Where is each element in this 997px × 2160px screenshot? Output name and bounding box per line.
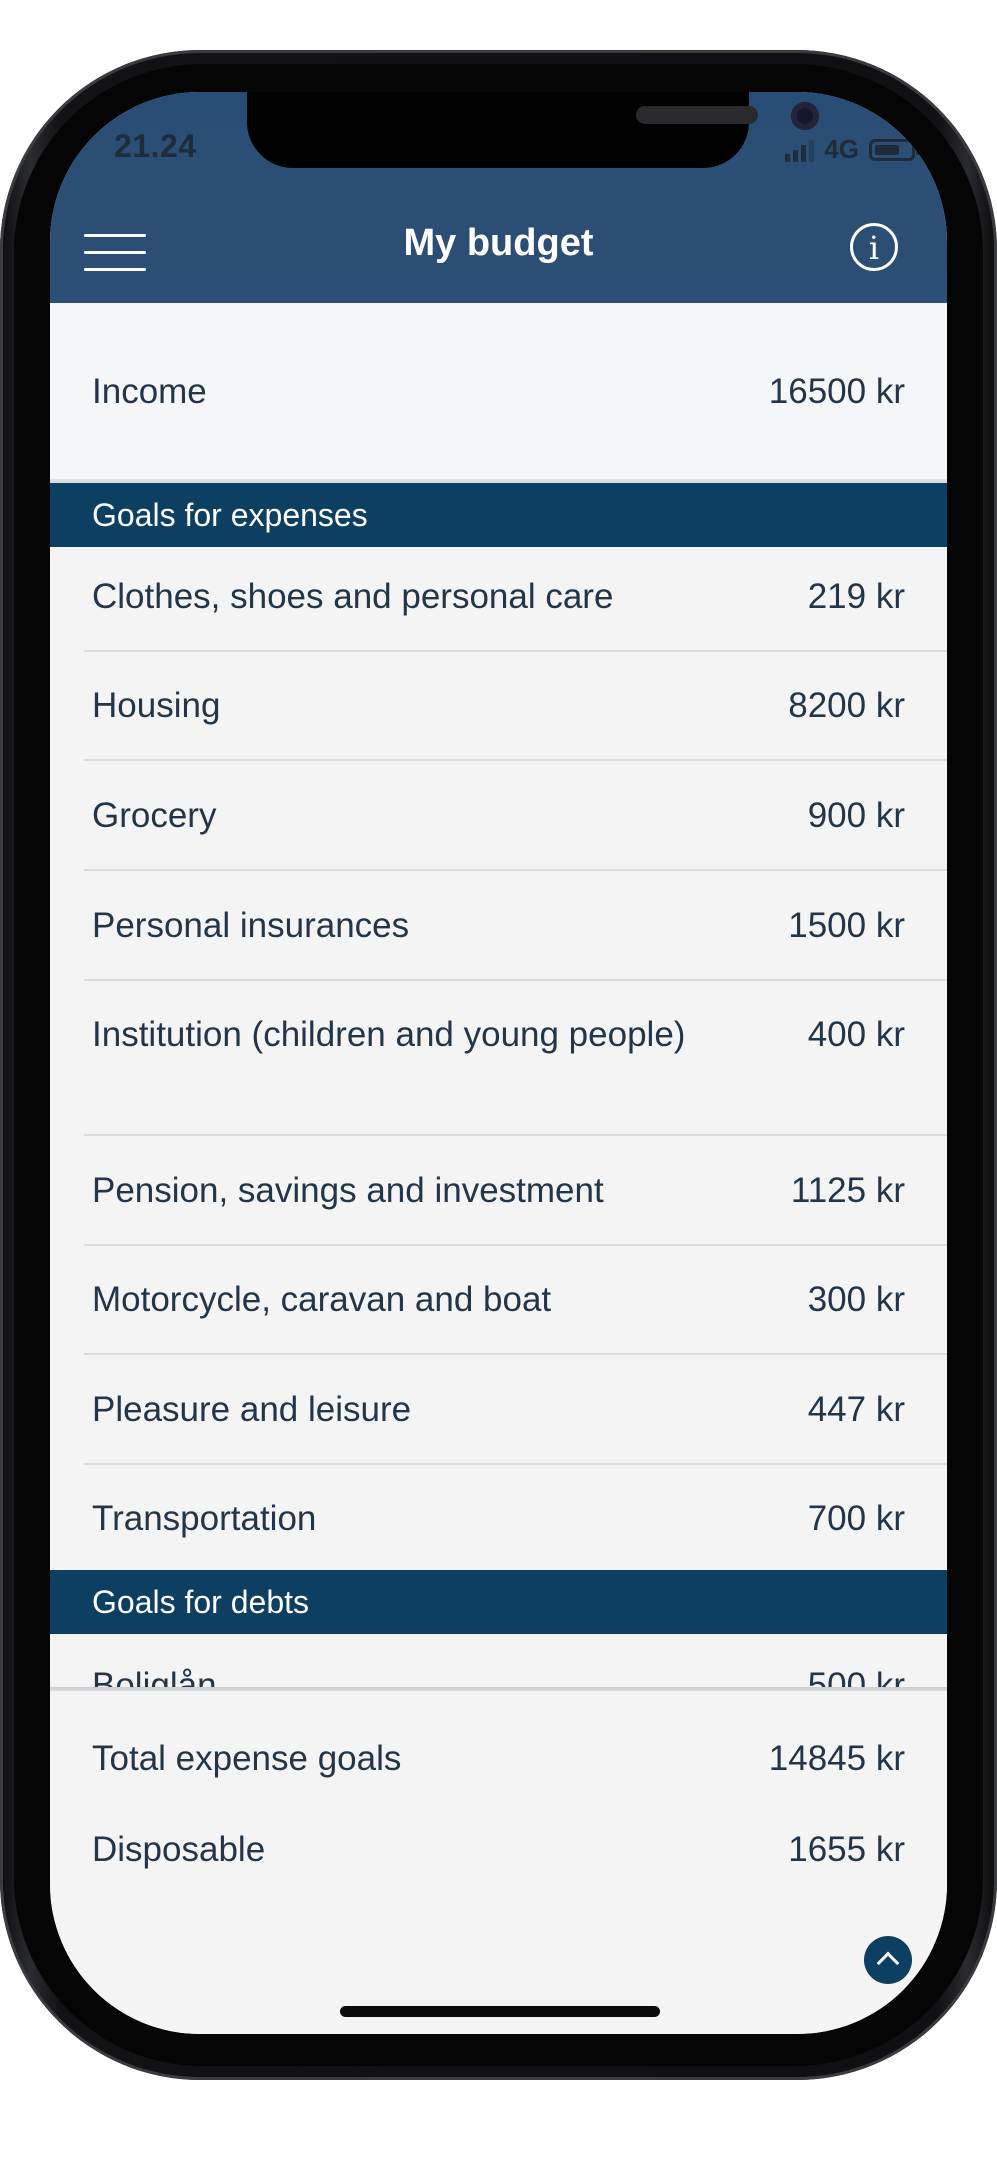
income-label: Income (92, 372, 207, 411)
income-value: 16500 kr (768, 372, 905, 411)
speaker (636, 106, 758, 124)
row-divider (84, 1244, 947, 1246)
expense-value: 700 kr (807, 1499, 905, 1538)
expense-value: 447 kr (807, 1390, 905, 1429)
expense-value: 900 kr (807, 796, 905, 835)
expense-label: Personal insurances (92, 906, 410, 945)
disposable-row: Disposable 1655 kr (50, 1826, 947, 1873)
row-divider (84, 869, 947, 871)
expense-row-institution[interactable]: Institution (children and young people) … (50, 1011, 947, 1058)
signal-icon (785, 138, 815, 162)
income-row[interactable]: Income 16500 kr (50, 368, 947, 415)
page-title: My budget (403, 222, 594, 264)
expense-label: Motorcycle, caravan and boat (92, 1280, 552, 1319)
expense-row-pension[interactable]: Pension, savings and investment 1125 kr (50, 1167, 947, 1214)
expense-value: 219 kr (807, 577, 905, 616)
app-header: 21.24 4G My budget i (50, 92, 947, 303)
row-divider (84, 979, 947, 981)
debt-row-container: Boliglån 500 kr (50, 1634, 947, 1689)
row-divider (84, 1134, 947, 1136)
row-divider (84, 1463, 947, 1465)
expense-label: Housing (92, 686, 221, 725)
expense-label: Clothes, shoes and personal care (92, 577, 614, 616)
notch (247, 92, 819, 168)
expense-label: Pension, savings and investment (92, 1171, 604, 1210)
row-divider (84, 759, 947, 761)
battery-icon (869, 138, 920, 161)
expense-value: 8200 kr (788, 686, 905, 725)
expense-row-insurances[interactable]: Personal insurances 1500 kr (50, 902, 947, 949)
disposable-value: 1655 kr (788, 1830, 905, 1869)
expense-value: 400 kr (807, 1015, 905, 1054)
total-label: Total expense goals (92, 1739, 402, 1778)
info-icon[interactable]: i (850, 223, 898, 271)
expense-row-housing[interactable]: Housing 8200 kr (50, 682, 947, 729)
total-value: 14845 kr (768, 1739, 905, 1778)
expense-value: 1125 kr (790, 1171, 905, 1210)
row-divider (84, 650, 947, 652)
expense-row-motorcycle[interactable]: Motorcycle, caravan and boat 300 kr (50, 1276, 947, 1323)
debt-value: 500 kr (807, 1666, 905, 1689)
expense-label: Pleasure and leisure (92, 1390, 412, 1429)
expense-row-grocery[interactable]: Grocery 900 kr (50, 792, 947, 839)
row-divider (84, 1353, 947, 1355)
expense-label: Transportation (92, 1499, 317, 1538)
status-time: 21.24 (114, 128, 197, 164)
front-camera (791, 102, 819, 130)
app-screen: 21.24 4G My budget i Income 16500 kr Goa… (50, 92, 947, 2034)
disposable-label: Disposable (92, 1830, 266, 1869)
total-expense-goals-row: Total expense goals 14845 kr (50, 1735, 947, 1782)
expense-label: Institution (children and young people) (92, 1015, 686, 1054)
section-header-debts: Goals for debts (50, 1570, 947, 1634)
debt-label: Boliglån (92, 1666, 217, 1689)
expense-row-pleasure[interactable]: Pleasure and leisure 447 kr (50, 1386, 947, 1433)
debt-row-boliglan[interactable]: Boliglån 500 kr (50, 1662, 947, 1689)
expense-label: Grocery (92, 796, 217, 835)
section-header-expenses: Goals for expenses (50, 483, 947, 547)
chevron-up-icon[interactable] (864, 1936, 912, 1984)
home-indicator[interactable] (340, 2006, 660, 2017)
expense-row-clothes[interactable]: Clothes, shoes and personal care 219 kr (50, 573, 947, 620)
expense-row-transportation[interactable]: Transportation 700 kr (50, 1495, 947, 1542)
expense-value: 1500 kr (788, 906, 905, 945)
expense-value: 300 kr (807, 1280, 905, 1319)
status-indicators: 4G (785, 134, 920, 165)
network-type: 4G (824, 134, 859, 164)
